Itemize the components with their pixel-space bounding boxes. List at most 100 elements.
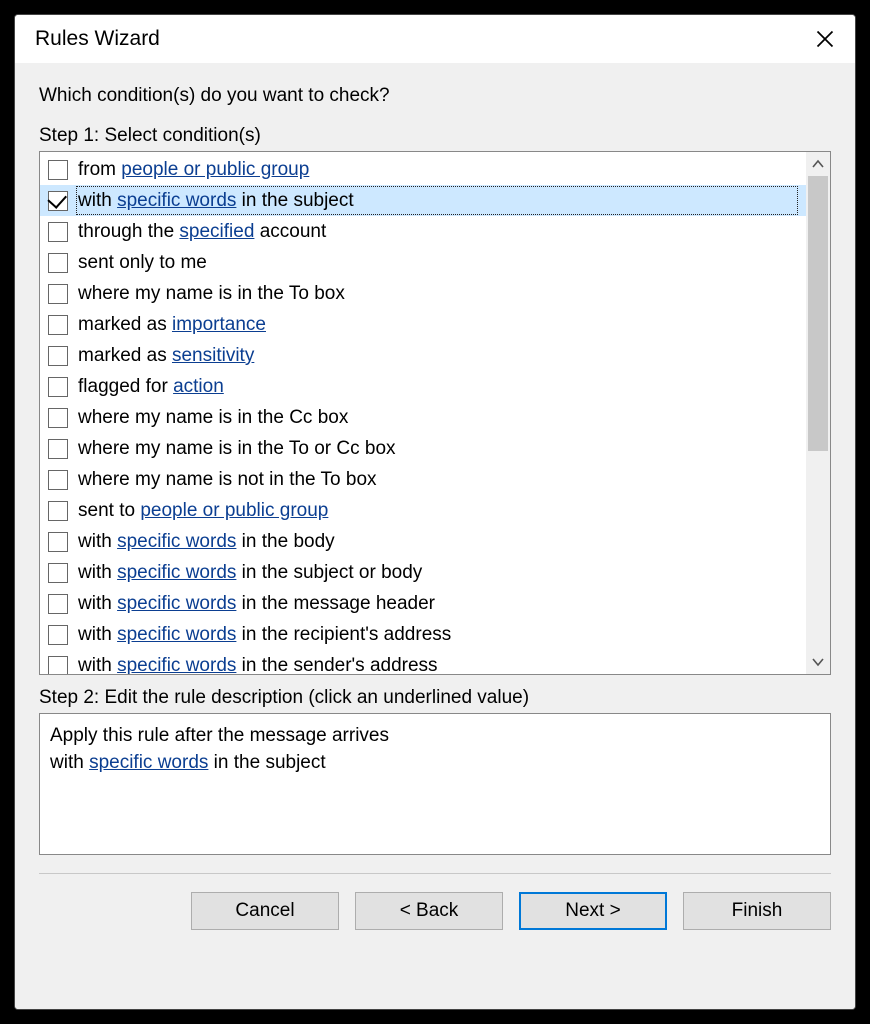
condition-link[interactable]: sensitivity — [172, 345, 254, 366]
condition-checkbox[interactable] — [48, 377, 68, 397]
condition-text: marked as — [78, 345, 172, 366]
condition-row[interactable]: where my name is in the To box — [40, 278, 806, 309]
condition-text: where my name is in the To box — [78, 283, 345, 304]
condition-row[interactable]: flagged for action — [40, 371, 806, 402]
condition-link[interactable]: importance — [172, 314, 266, 335]
condition-link[interactable]: specified — [179, 221, 254, 242]
condition-checkbox[interactable] — [48, 532, 68, 552]
condition-checkbox[interactable] — [48, 563, 68, 583]
condition-text: in the subject — [236, 190, 353, 211]
condition-link[interactable]: specific words — [117, 593, 236, 614]
cancel-button[interactable]: Cancel — [191, 892, 339, 930]
condition-label[interactable]: where my name is not in the To box — [76, 465, 798, 494]
condition-label[interactable]: with specific words in the message heade… — [76, 589, 798, 618]
condition-label[interactable]: sent to people or public group — [76, 496, 798, 525]
condition-checkbox[interactable] — [48, 222, 68, 242]
condition-checkbox[interactable] — [48, 315, 68, 335]
conditions-list[interactable]: from people or public groupwith specific… — [40, 152, 806, 674]
condition-text: with — [78, 593, 117, 614]
condition-link[interactable]: specific words — [117, 624, 236, 645]
condition-label[interactable]: flagged for action — [76, 372, 798, 401]
close-icon — [815, 29, 835, 49]
condition-label[interactable]: through the specified account — [76, 217, 798, 246]
condition-link[interactable]: action — [173, 376, 224, 397]
condition-row[interactable]: where my name is not in the To box — [40, 464, 806, 495]
chevron-down-icon — [812, 657, 824, 667]
condition-label[interactable]: with specific words in the subject or bo… — [76, 558, 798, 587]
condition-checkbox[interactable] — [48, 470, 68, 490]
condition-label[interactable]: with specific words in the sender's addr… — [76, 651, 798, 674]
condition-row[interactable]: with specific words in the subject — [40, 185, 806, 216]
condition-row[interactable]: sent to people or public group — [40, 495, 806, 526]
condition-checkbox[interactable] — [48, 191, 68, 211]
condition-text: through the — [78, 221, 179, 242]
dialog-body: Which condition(s) do you want to check?… — [15, 63, 855, 1009]
condition-row[interactable]: with specific words in the recipient's a… — [40, 619, 806, 650]
condition-label[interactable]: from people or public group — [76, 155, 798, 184]
description-line2: with specific words in the subject — [50, 749, 820, 776]
condition-text: sent only to me — [78, 252, 207, 273]
condition-row[interactable]: marked as importance — [40, 309, 806, 340]
back-button[interactable]: < Back — [355, 892, 503, 930]
condition-checkbox[interactable] — [48, 284, 68, 304]
close-button[interactable] — [811, 25, 839, 53]
rule-description-box: Apply this rule after the message arrive… — [39, 713, 831, 855]
desc-link-specific-words[interactable]: specific words — [89, 752, 208, 773]
titlebar: Rules Wizard — [15, 15, 855, 63]
next-button[interactable]: Next > — [519, 892, 667, 930]
condition-text: in the subject or body — [236, 562, 422, 583]
condition-checkbox[interactable] — [48, 656, 68, 675]
condition-label[interactable]: where my name is in the To box — [76, 279, 798, 308]
condition-checkbox[interactable] — [48, 501, 68, 521]
condition-text: sent to — [78, 500, 140, 521]
condition-row[interactable]: from people or public group — [40, 154, 806, 185]
condition-row[interactable]: through the specified account — [40, 216, 806, 247]
condition-row[interactable]: where my name is in the Cc box — [40, 402, 806, 433]
condition-checkbox[interactable] — [48, 625, 68, 645]
condition-row[interactable]: with specific words in the subject or bo… — [40, 557, 806, 588]
button-row: Cancel < Back Next > Finish — [39, 892, 831, 930]
condition-checkbox[interactable] — [48, 253, 68, 273]
condition-link[interactable]: people or public group — [140, 500, 328, 521]
condition-row[interactable]: sent only to me — [40, 247, 806, 278]
divider — [39, 873, 831, 874]
scroll-down-button[interactable] — [806, 650, 830, 674]
condition-label[interactable]: with specific words in the recipient's a… — [76, 620, 798, 649]
scroll-track[interactable] — [806, 176, 830, 650]
finish-button[interactable]: Finish — [683, 892, 831, 930]
condition-row[interactable]: with specific words in the message heade… — [40, 588, 806, 619]
condition-text: with — [78, 190, 117, 211]
scroll-up-button[interactable] — [806, 152, 830, 176]
condition-checkbox[interactable] — [48, 439, 68, 459]
step1-label: Step 1: Select condition(s) — [39, 125, 831, 147]
condition-text: in the message header — [236, 593, 435, 614]
condition-label[interactable]: sent only to me — [76, 248, 798, 277]
condition-checkbox[interactable] — [48, 408, 68, 428]
condition-label[interactable]: marked as sensitivity — [76, 341, 798, 370]
scrollbar[interactable] — [806, 152, 830, 674]
condition-text: with — [78, 531, 117, 552]
condition-link[interactable]: specific words — [117, 655, 236, 674]
condition-checkbox[interactable] — [48, 346, 68, 366]
condition-label[interactable]: with specific words in the body — [76, 527, 798, 556]
condition-row[interactable]: with specific words in the sender's addr… — [40, 650, 806, 674]
condition-label[interactable]: where my name is in the Cc box — [76, 403, 798, 432]
condition-checkbox[interactable] — [48, 160, 68, 180]
condition-checkbox[interactable] — [48, 594, 68, 614]
scroll-thumb[interactable] — [808, 176, 828, 451]
condition-link[interactable]: people or public group — [121, 159, 309, 180]
desc-text: with — [50, 752, 89, 773]
condition-row[interactable]: where my name is in the To or Cc box — [40, 433, 806, 464]
condition-link[interactable]: specific words — [117, 562, 236, 583]
condition-label[interactable]: marked as importance — [76, 310, 798, 339]
condition-label[interactable]: with specific words in the subject — [76, 186, 798, 215]
condition-row[interactable]: marked as sensitivity — [40, 340, 806, 371]
condition-text: in the body — [236, 531, 334, 552]
desc-text: in the subject — [208, 752, 325, 773]
condition-link[interactable]: specific words — [117, 190, 236, 211]
condition-text: where my name is not in the To box — [78, 469, 377, 490]
rules-wizard-dialog: Rules Wizard Which condition(s) do you w… — [14, 14, 856, 1010]
condition-label[interactable]: where my name is in the To or Cc box — [76, 434, 798, 463]
condition-row[interactable]: with specific words in the body — [40, 526, 806, 557]
condition-link[interactable]: specific words — [117, 531, 236, 552]
